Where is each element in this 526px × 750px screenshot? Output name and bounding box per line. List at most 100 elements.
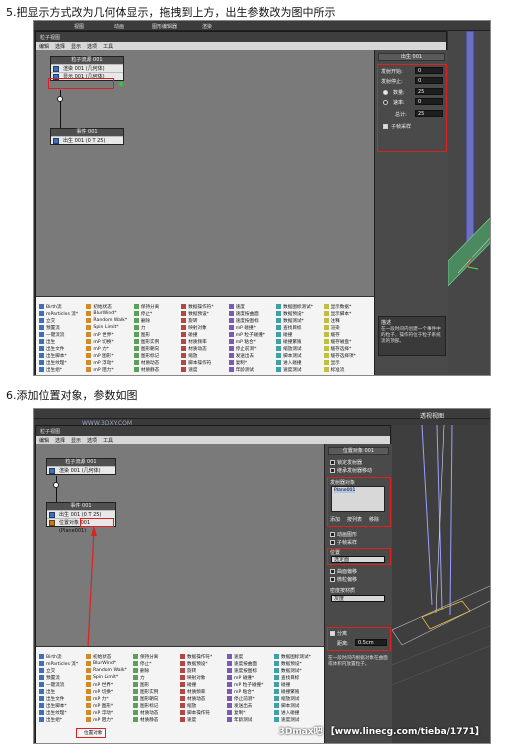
emitter-list-item[interactable]: Plane001	[334, 488, 356, 493]
depot-item[interactable]: 碰撞繁殖	[274, 688, 321, 695]
depot-item[interactable]: mParticles 流*	[39, 310, 86, 317]
depot-item[interactable]: 旋转	[181, 317, 228, 324]
emitter-list[interactable]: Plane001	[331, 486, 385, 512]
menu-select[interactable]: 选择	[55, 43, 65, 50]
depot-highlight-label[interactable]: 位置对象	[84, 730, 102, 736]
depot-item[interactable]: 速度按图标	[227, 667, 274, 674]
depot-item[interactable]: mP 碰撞*	[228, 324, 276, 331]
depot-item[interactable]: 出生	[39, 688, 86, 695]
depot-item[interactable]: 缩放测试	[276, 345, 323, 352]
depot-item[interactable]: 脚本测试	[274, 702, 321, 709]
depot-item[interactable]: mP 图形*	[86, 352, 133, 359]
surface-offset-checkbox[interactable]	[330, 569, 335, 574]
depot-item[interactable]: 复制*	[228, 359, 276, 366]
depot-item[interactable]: mParticles 流*	[39, 660, 86, 667]
depot-item[interactable]: 图形朝向	[133, 695, 180, 702]
depot-item[interactable]: 速度测试	[276, 366, 323, 373]
depot-item[interactable]: 碰撞	[180, 681, 227, 688]
depot-item[interactable]: 映射对象	[180, 674, 227, 681]
connector-dot[interactable]	[57, 96, 63, 102]
depot-item[interactable]: mP 切换*	[86, 688, 133, 695]
depot-item[interactable]: 力	[133, 674, 180, 681]
depot-item[interactable]: 数据操作符*	[181, 303, 228, 310]
depot-item[interactable]: 进入碰撞	[274, 709, 321, 716]
menu-edit[interactable]: 编辑	[39, 43, 49, 50]
depot-item[interactable]: 出生	[39, 338, 86, 345]
location-dropdown[interactable]: 选定面	[331, 556, 385, 563]
animated-shape-checkbox[interactable]	[330, 532, 335, 537]
top-tab-3[interactable]: 图形编辑器	[152, 23, 177, 30]
particle-diagram-canvas-2[interactable]: 粒子流源 001 渲染 001 (几何体) 事件 001 出生 001 (0 T…	[36, 444, 324, 646]
depot-item[interactable]: mP 浮动*	[86, 359, 133, 366]
depot-item[interactable]: 保持分离	[133, 653, 180, 660]
operator-birth-b[interactable]: 出生 001 (0 T 25)	[47, 510, 115, 518]
subframe-checkbox-2[interactable]	[330, 540, 335, 545]
depot-item[interactable]: mP 图形*	[86, 702, 133, 709]
depot-item[interactable]: Spin Limit*	[86, 674, 133, 681]
depot-item[interactable]: 立交	[39, 667, 86, 674]
depot-item[interactable]: 数据预设*	[274, 660, 321, 667]
subframe-checkbox[interactable]	[383, 124, 388, 129]
depot-item[interactable]: 缓存选择项*	[323, 352, 371, 359]
depot-item[interactable]: 显示	[323, 359, 371, 366]
depot-item[interactable]: 缩放	[181, 352, 228, 359]
depot-item[interactable]: 出生脚本*	[39, 352, 86, 359]
depot-item[interactable]: 进入碰撞	[276, 359, 323, 366]
depot-item[interactable]: 材质频率	[180, 688, 227, 695]
inherit-move-checkbox[interactable]	[330, 468, 335, 473]
depot-item[interactable]: 脚本操作符	[180, 709, 227, 716]
depot-item[interactable]: 发送出去	[228, 352, 276, 359]
emit-stop-field[interactable]: 0	[415, 77, 443, 84]
depot-item[interactable]: Random Walk*	[86, 317, 133, 324]
top-tab-1[interactable]: 视图	[74, 23, 84, 30]
depot-item[interactable]: 删除	[133, 667, 180, 674]
separation-checkbox[interactable]	[330, 631, 335, 636]
event-node-1b[interactable]: 粒子流源 001 渲染 001 (几何体)	[46, 458, 116, 475]
depot-item[interactable]: Birth流	[39, 653, 86, 660]
depot-item[interactable]: 预置流	[39, 324, 86, 331]
depot-item[interactable]: 图形	[133, 681, 180, 688]
depot-item[interactable]: 年龄测试	[227, 716, 274, 723]
menu-display-2[interactable]: 显示	[71, 437, 81, 444]
depot-item[interactable]: 出生文件	[39, 345, 86, 352]
menu-tools-2[interactable]: 工具	[103, 437, 113, 444]
depot-item[interactable]: 速度	[181, 366, 228, 373]
depot-item[interactable]: 预置流	[39, 674, 86, 681]
depot-item[interactable]: Spin Limit*	[86, 324, 133, 331]
operator-render[interactable]: 渲染 001 (几何体)	[51, 64, 123, 72]
depot-item[interactable]: 速度按曲面	[227, 660, 274, 667]
depot-item[interactable]: 数据图标测试*	[276, 303, 323, 310]
depot-item[interactable]: 数据图标测试*	[274, 653, 321, 660]
top-tab-4[interactable]: 渲染	[202, 23, 212, 30]
depot-item[interactable]: mP 切换*	[86, 338, 133, 345]
depot-item[interactable]: 出生文件	[39, 695, 86, 702]
depot-item[interactable]: 出生组*	[39, 716, 86, 723]
depot-item[interactable]: 缓存	[323, 331, 371, 338]
depot-item[interactable]: 碰撞繁殖	[276, 338, 323, 345]
top-tab-2[interactable]: 动画	[114, 23, 124, 30]
lock-emitter-checkbox[interactable]	[330, 460, 335, 465]
depot-item[interactable]: mP 力*	[86, 345, 133, 352]
menu-options[interactable]: 选项	[87, 43, 97, 50]
amount-field[interactable]: 25	[415, 88, 443, 95]
depot-item[interactable]: 数据测试*	[276, 317, 323, 324]
depot-item[interactable]: 力	[133, 324, 181, 331]
depot-item[interactable]: 速度	[228, 303, 276, 310]
depot-item[interactable]: 停止前测*	[228, 345, 276, 352]
depot-item[interactable]: mP 力*	[86, 695, 133, 702]
depot-item[interactable]: mP 粒子碰撞*	[228, 331, 276, 338]
depot-item[interactable]: 映射对象	[181, 324, 228, 331]
depot-item[interactable]: 停止*	[133, 310, 181, 317]
depot-item[interactable]: Birth流	[39, 303, 86, 310]
depot-item[interactable]: 材质动态	[180, 695, 227, 702]
depot-item[interactable]: 数据测试*	[274, 667, 321, 674]
depot-item[interactable]: 出生脚本*	[39, 702, 86, 709]
depot-item[interactable]: 发送出去	[227, 702, 274, 709]
separation-field[interactable]: 0.5cm	[355, 639, 387, 646]
density-dropdown[interactable]: 灰度	[331, 595, 385, 602]
depot-item[interactable]: 初始状态	[86, 653, 133, 660]
depot-item[interactable]: mP 阻力*	[86, 716, 133, 723]
depot-item[interactable]: Random Walk*	[86, 667, 133, 674]
depot-item[interactable]: 查找目标	[274, 674, 321, 681]
depot-item[interactable]: 速度	[227, 653, 274, 660]
